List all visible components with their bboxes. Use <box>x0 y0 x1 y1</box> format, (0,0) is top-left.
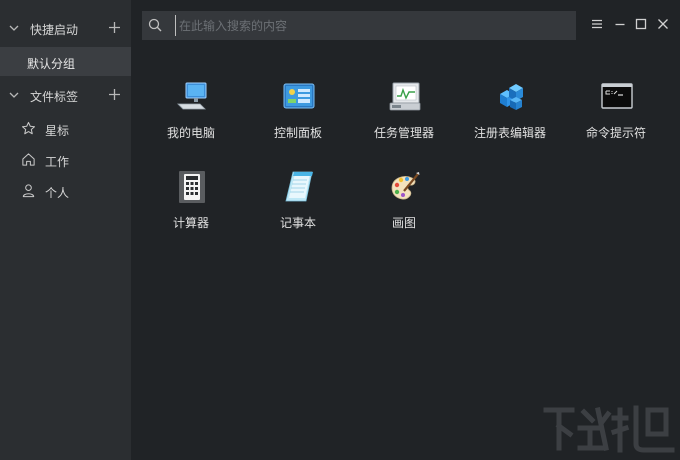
star-icon <box>21 121 36 135</box>
chevron-down-icon[interactable] <box>8 22 20 34</box>
search-box <box>142 11 576 40</box>
app-label: 记事本 <box>279 216 316 230</box>
app-label: 注册表编辑器 <box>473 126 546 140</box>
calculator-icon <box>179 171 205 203</box>
file-tags-header[interactable]: 文件标签 <box>0 80 131 110</box>
maximize-icon[interactable] <box>634 17 648 31</box>
search-input[interactable] <box>175 15 565 36</box>
tag-item-star[interactable]: 星标 <box>0 115 131 143</box>
chevron-down-icon[interactable] <box>8 89 20 101</box>
tag-item-work[interactable]: 工作 <box>0 146 131 174</box>
tag-item-label: 工作 <box>45 155 70 169</box>
app-my-computer[interactable]: 我的电脑 <box>141 80 241 160</box>
app-label: 命令提示符 <box>585 126 646 140</box>
app-label: 画图 <box>391 216 416 230</box>
home-icon <box>22 153 35 166</box>
app-control-panel[interactable]: 控制面板 <box>248 80 348 160</box>
minimize-icon[interactable] <box>613 17 627 31</box>
computer-icon <box>177 82 207 110</box>
close-icon[interactable] <box>656 17 670 31</box>
app-task-manager[interactable]: 任务管理器 <box>354 80 454 160</box>
user-icon <box>22 184 35 198</box>
sidebar: 快捷启动 默认分组 文件标签 星标 工作 个人 <box>0 0 131 460</box>
tag-item-personal[interactable]: 个人 <box>0 177 131 205</box>
search-icon[interactable] <box>148 18 162 32</box>
file-tags-label: 文件标签 <box>30 90 79 104</box>
app-label: 计算器 <box>172 216 209 230</box>
paint-icon <box>391 172 420 200</box>
app-command-prompt[interactable]: 命令提示符 <box>566 80 666 160</box>
group-item-default[interactable]: 默认分组 <box>0 47 131 76</box>
group-item-label: 默认分组 <box>27 57 76 71</box>
menu-icon[interactable] <box>590 17 604 31</box>
app-calculator[interactable]: 计算器 <box>141 170 241 250</box>
task-manager-icon <box>389 82 421 111</box>
plus-icon[interactable] <box>108 88 121 101</box>
quick-launch-header[interactable]: 快捷启动 <box>0 13 131 43</box>
registry-editor-icon <box>500 84 523 110</box>
control-panel-icon <box>283 83 315 109</box>
plus-icon[interactable] <box>108 21 121 34</box>
tag-item-label: 星标 <box>45 124 70 138</box>
app-label: 控制面板 <box>273 126 322 140</box>
app-notepad[interactable]: 记事本 <box>248 170 348 250</box>
app-registry-editor[interactable]: 注册表编辑器 <box>460 80 560 160</box>
command-prompt-icon <box>601 83 633 109</box>
tag-item-label: 个人 <box>45 186 70 200</box>
watermark-logo <box>543 405 675 453</box>
app-label: 我的电脑 <box>166 126 215 140</box>
app-paint[interactable]: 画图 <box>354 170 454 250</box>
app-label: 任务管理器 <box>373 126 434 140</box>
notepad-icon <box>285 171 313 202</box>
quick-launch-label: 快捷启动 <box>30 23 79 37</box>
